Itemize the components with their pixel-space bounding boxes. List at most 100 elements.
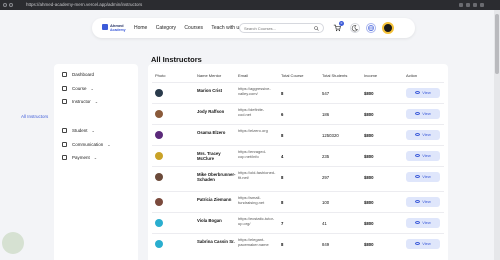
view-button[interactable]: View <box>406 88 440 98</box>
brand-logo[interactable]: Ahmed Academy <box>102 23 126 34</box>
income-value: $800 <box>364 200 374 205</box>
table-row: Mike Oberbrunner-Schaden https://old-fash… <box>152 166 444 187</box>
view-button[interactable]: View <box>406 218 440 228</box>
address-bar[interactable]: https://ahmed-academy-mern.vercel.app/ad… <box>26 2 266 8</box>
forward-icon[interactable] <box>9 3 13 7</box>
sidebar-item-student[interactable]: Student ⌄ <box>62 127 95 135</box>
total-students-value: 235 <box>322 154 330 159</box>
view-label: View <box>422 111 431 116</box>
eye-icon <box>415 90 421 94</box>
browser-toolbar: https://ahmed-academy-mern.vercel.app/ad… <box>0 0 500 10</box>
instructor-photo <box>155 198 163 206</box>
instructor-photo <box>155 173 163 181</box>
nav-link-home[interactable]: Home <box>134 25 147 31</box>
eye-icon <box>415 153 421 157</box>
watermark-logo <box>2 232 24 254</box>
instructor-photo <box>155 89 163 97</box>
instructor-name: Patricia Ziemann <box>197 197 232 202</box>
back-icon[interactable] <box>3 3 7 7</box>
column-header-name: Name Mentor <box>197 73 222 78</box>
sidebar-item-instructor[interactable]: Instructor ⌄ <box>62 98 98 106</box>
total-students-value: 547 <box>322 91 330 96</box>
total-students-value: 100 <box>322 200 330 205</box>
instructor-photo <box>155 110 163 118</box>
chevron-down-icon: ⌄ <box>90 86 94 91</box>
sidebar-item-payment[interactable]: Payment ⌄ <box>62 154 97 162</box>
sidebar-subitem-all-instructors[interactable]: All Instructors <box>21 113 48 121</box>
total-students-value: 41 <box>322 221 327 226</box>
instructor-email: https://aggressive-valley.com/ <box>238 86 271 96</box>
income-value: $800 <box>364 221 374 226</box>
total-course-value: 8 <box>281 91 284 96</box>
sidebar-item-dashboard[interactable]: Dashboard <box>62 71 94 79</box>
sidebar-item-label: Payment <box>72 155 90 160</box>
view-button[interactable]: View <box>406 197 440 207</box>
instructor-name: Viola Bogan <box>197 218 222 223</box>
search-box <box>239 23 324 33</box>
instructor-photo <box>155 240 163 248</box>
globe-icon <box>368 25 374 31</box>
column-header-income: Income <box>364 73 378 78</box>
view-label: View <box>422 90 431 95</box>
table-row: Osama Elzero https://elzero.org 8 1250320 $8… <box>152 124 444 145</box>
user-avatar[interactable] <box>382 22 394 34</box>
language-button[interactable] <box>366 23 376 33</box>
chevron-down-icon: ⌄ <box>94 99 99 104</box>
menu-icon[interactable] <box>480 3 484 7</box>
instructor-photo <box>155 219 163 227</box>
nav-link-teach[interactable]: Teach with us <box>211 25 241 31</box>
browser-nav-buttons[interactable] <box>3 2 23 8</box>
view-button[interactable]: View <box>406 239 440 249</box>
total-students-value: 849 <box>322 242 330 247</box>
page-title: All Instructors <box>151 55 202 64</box>
chevron-down-icon: ⌄ <box>107 142 111 147</box>
nav-link-category[interactable]: Category <box>156 25 176 31</box>
dashboard-icon <box>62 72 67 78</box>
instructor-email: https://small-fundraising.net <box>238 195 265 205</box>
moon-icon <box>351 25 358 32</box>
search-icon[interactable] <box>314 26 319 31</box>
page-scrollbar[interactable] <box>494 10 500 260</box>
instructor-name: Mike Oberbrunner-Schaden <box>197 172 236 182</box>
total-course-value: 4 <box>281 154 284 159</box>
view-button[interactable]: View <box>406 172 440 182</box>
total-course-value: 8 <box>281 133 284 138</box>
logo-mark-icon <box>102 24 108 30</box>
income-value: $800 <box>364 133 374 138</box>
instructor-name: Osama Elzero <box>197 130 226 135</box>
sidebar-item-course[interactable]: Course ⌄ <box>62 85 94 93</box>
scrollbar-thumb[interactable] <box>495 14 499 74</box>
view-button[interactable]: View <box>406 109 440 119</box>
extension-icon[interactable] <box>459 3 463 7</box>
chevron-down-icon: ⌄ <box>91 128 95 133</box>
total-course-value: 7 <box>281 221 284 226</box>
user-icon <box>62 99 67 105</box>
instructor-email: https://elegant-pacemaker.name <box>238 237 269 247</box>
wallet-icon <box>62 155 67 161</box>
student-icon <box>62 128 67 134</box>
instructor-email: https://ecstatic-tutor-up.org/ <box>238 216 275 226</box>
eye-icon <box>415 111 421 115</box>
extension-icon[interactable] <box>466 3 470 7</box>
nav-link-courses[interactable]: Courses <box>184 25 203 31</box>
table-row: Viola Bogan https://ecstatic-tutor-up.org… <box>152 212 444 233</box>
cart-count-badge: 0 <box>339 21 344 26</box>
view-button[interactable]: View <box>406 151 440 161</box>
sidebar-item-communication[interactable]: Communication ⌄ <box>62 141 111 149</box>
view-label: View <box>422 153 431 158</box>
instructors-table: Photo Name Mentor Email Total Course Tot… <box>148 64 448 260</box>
view-button[interactable]: View <box>406 130 440 140</box>
brand-name-line2: Academy <box>110 28 126 32</box>
theme-toggle-button[interactable] <box>350 23 360 33</box>
sidebar-item-label: Course <box>72 86 87 91</box>
instructor-email: https://enraged-cop.net/info <box>238 149 267 159</box>
total-students-value: 1250320 <box>322 133 339 138</box>
extension-icon[interactable] <box>473 3 477 7</box>
sidebar-item-label: Dashboard <box>72 72 95 77</box>
search-input[interactable] <box>244 24 310 32</box>
income-value: $800 <box>364 242 374 247</box>
eye-icon <box>415 199 421 203</box>
instructor-email: https://old-fashioned-fit.net/ <box>238 170 276 180</box>
view-label: View <box>422 199 431 204</box>
browser-extension-icons[interactable] <box>456 2 496 8</box>
